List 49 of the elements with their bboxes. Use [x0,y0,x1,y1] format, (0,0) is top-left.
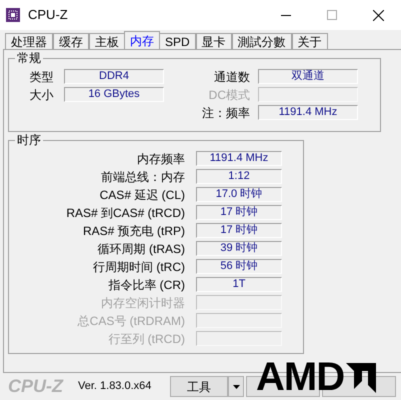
group-title: 时序 [15,132,43,148]
tab[interactable]: 測試分數 [232,33,292,49]
value-field: 17 时钟 [196,205,282,220]
tab[interactable]: 显卡 [196,33,232,49]
value-field: 56 时钟 [196,259,282,274]
dropdown-button[interactable] [228,376,244,397]
field-label: RAS# 预充电 (tRP) [82,224,185,236]
field-label: 内存空闲计时器 [100,296,185,308]
field-label: DC模式 [208,88,251,100]
value-field: 16 GBytes [64,87,164,102]
value-field: 1:12 [196,169,282,184]
tab[interactable]: SPD [159,33,196,49]
field-label: 注：频率 [201,106,251,118]
tab[interactable]: 缓存 [53,33,89,49]
field-label: 行至列 (tRCD) [107,332,185,344]
value-field: 双通道 [258,69,358,84]
field-label: CAS# 延迟 (CL) [98,188,185,200]
field-label: RAS# 到CAS# (tRCD) [65,206,185,218]
value-field: 39 时钟 [196,241,282,256]
field-label: 通道数 [213,70,251,82]
field-label: 大小 [28,88,54,100]
field-label: 行周期时间 (tRC) [92,260,185,272]
chip-icon [6,8,20,22]
caret-icon [232,384,240,388]
field-label: 总CAS号 (tRDRAM) [76,314,185,326]
tab[interactable]: 关于 [292,33,328,49]
close-icon [372,10,384,20]
field-label: 内存频率 [136,152,185,164]
tab[interactable]: 内存 [124,31,160,49]
group-title: 常规 [15,50,43,66]
field-label: 指令比率 (CR) [107,278,185,290]
tab[interactable]: 主板 [89,33,125,49]
field-label: 前端总线：内存 [100,170,185,182]
window-title: CPU-Z [28,6,68,24]
field-label: 类型 [28,70,54,82]
tools-button[interactable]: 工具 [170,376,228,397]
brand-logo: AMD [256,358,376,396]
value-field: 1191.4 MHz [258,105,358,120]
field-label: 循环周期 (tRAS) [96,242,185,254]
value-field: 17.0 时钟 [196,187,282,202]
tab[interactable]: 处理器 [5,33,53,49]
value-field: 17 时钟 [196,223,282,238]
app-logo: CPU-Z [8,375,64,398]
value-field: DDR4 [64,69,164,84]
minimize-icon [281,14,291,16]
value-field: 1191.4 MHz [196,151,282,166]
maximize-icon [327,10,337,20]
value-field: 1T [196,277,282,292]
version-label: Ver. 1.83.0.x64 [78,379,152,394]
